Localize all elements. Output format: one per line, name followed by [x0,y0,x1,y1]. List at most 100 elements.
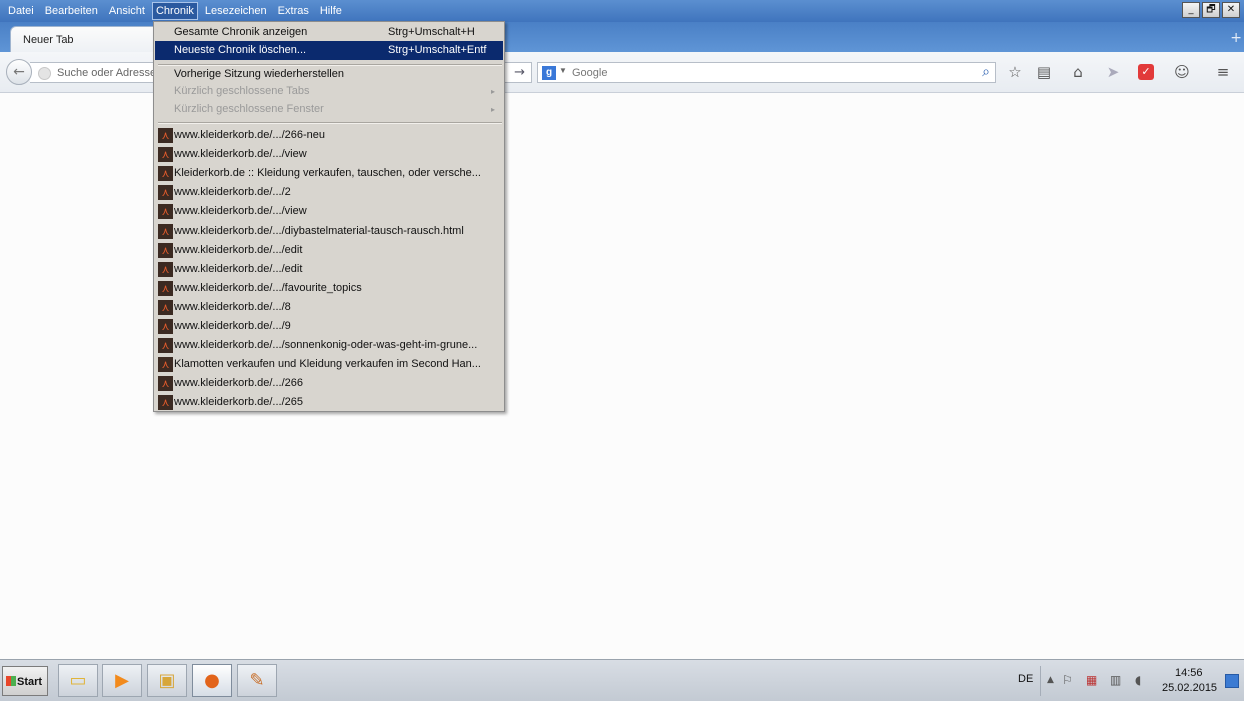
menu-datei[interactable]: Datei [4,2,38,20]
history-item[interactable]: ⋏ www.kleiderkorb.de/.../2 [155,183,503,202]
site-favicon-icon: ⋏ [158,223,173,239]
url-placeholder: Suche oder Adresse [57,67,157,79]
bookmark-star-icon[interactable]: ☆ [1005,62,1025,82]
site-favicon-icon: ⋏ [158,242,173,258]
clock-date[interactable]: 25.02.2015 [1162,682,1217,694]
home-icon[interactable]: ⌂ [1068,62,1088,82]
menu-bearbeiten[interactable]: Bearbeiten [41,2,102,20]
taskbar-paint-icon[interactable]: ✎ [237,664,277,697]
history-item[interactable]: ⋏ Klamotten verkaufen und Kleidung verkau… [155,355,503,374]
clock-time[interactable]: 14:56 [1175,667,1203,679]
recent-tabs-item[interactable]: Kürzlich geschlossene Tabs ▸ [155,82,503,101]
history-item[interactable]: ⋏ www.kleiderkorb.de/.../265 [155,393,503,412]
recent-windows-label: Kürzlich geschlossene Fenster [174,103,324,115]
site-favicon-icon: ⋏ [158,376,173,392]
show-desktop-button[interactable] [1225,674,1239,688]
language-indicator[interactable]: DE [1018,673,1033,685]
clear-recent-history-shortcut: Strg+Umschalt+Entf [388,44,487,56]
hamburger-menu-icon[interactable]: ≡ [1213,62,1233,82]
site-favicon-icon: ⋏ [158,204,173,220]
history-item-label: www.kleiderkorb.de/.../edit [174,262,303,275]
site-favicon-icon: ⋏ [158,319,173,334]
taskbar-explorer-icon[interactable]: ▭ [58,664,98,697]
chat-icon[interactable]: ☺ [1172,62,1192,82]
history-item[interactable]: ⋏ www.kleiderkorb.de/.../9 [155,317,503,336]
start-label: Start [17,676,43,688]
volume-icon[interactable]: ◖ [1135,673,1141,687]
history-item-label: www.kleiderkorb.de/.../view [174,205,307,218]
tray-app-icon[interactable]: ▦ [1086,673,1097,687]
windows-logo-icon [6,676,16,686]
history-item-label: www.kleiderkorb.de/.../265 [174,396,304,409]
history-item-label: www.kleiderkorb.de/.../sonnenkonig-oder-… [174,339,478,352]
go-arrow-icon[interactable]: → [514,65,525,80]
minimize-button[interactable]: _ [1182,2,1200,18]
new-tab-button[interactable]: + [1230,30,1242,46]
history-item[interactable]: ⋏ www.kleiderkorb.de/.../edit [155,241,503,260]
history-item-label: www.kleiderkorb.de/.../view [174,148,307,161]
menu-bar: Datei Bearbeiten Ansicht Chronik Lesezei… [4,2,349,20]
site-favicon-icon: ⋏ [158,299,173,315]
history-item[interactable]: ⋏ www.kleiderkorb.de/.../diybastelmateria… [155,222,503,241]
show-hidden-icons-icon[interactable]: ▲ [1047,675,1054,685]
network-icon[interactable]: ▥ [1110,673,1121,687]
history-item[interactable]: ⋏ Kleiderkorb.de :: Kleidung verkaufen, t… [155,164,503,183]
history-item-label: Klamotten verkaufen und Kleidung verkauf… [174,358,481,371]
history-item[interactable]: ⋏ www.kleiderkorb.de/.../view [155,202,503,221]
title-bar: Datei Bearbeiten Ansicht Chronik Lesezei… [0,0,1244,22]
site-favicon-icon: ⋏ [158,261,173,277]
restore-button[interactable]: 🗗 [1202,2,1220,18]
site-favicon-icon: ⋏ [158,147,173,163]
site-favicon-icon: ⋏ [158,395,173,411]
search-bar[interactable]: g ▼ Google ⌕ [537,62,996,83]
pocket-icon[interactable]: ✓ [1138,64,1154,80]
submenu-arrow-icon: ▸ [490,87,495,96]
menu-ansicht[interactable]: Ansicht [105,2,149,20]
recent-tabs-label: Kürzlich geschlossene Tabs [174,85,310,97]
close-button[interactable]: ✕ [1222,2,1240,18]
bookmarks-list-icon[interactable]: ▤ [1034,62,1054,82]
tab-neuer-tab[interactable]: Neuer Tab [10,26,160,52]
action-center-flag-icon[interactable]: ⚐ [1062,673,1073,687]
site-favicon-icon: ⋏ [158,185,173,201]
start-button[interactable]: Start [2,666,48,696]
menu-chronik[interactable]: Chronik [151,2,198,20]
window-controls: _ 🗗 ✕ [1182,2,1240,18]
clear-recent-history-item[interactable]: Neueste Chronik löschen... Strg+Umschalt… [155,41,503,60]
submenu-arrow-icon: ▸ [490,105,495,114]
recent-windows-item[interactable]: Kürzlich geschlossene Fenster ▸ [155,100,503,119]
menu-extras[interactable]: Extras [274,2,313,20]
back-button[interactable]: ← [6,59,32,85]
history-item[interactable]: ⋏ www.kleiderkorb.de/.../266 [155,374,503,393]
history-item-label: www.kleiderkorb.de/.../2 [174,186,291,199]
history-item[interactable]: ⋏ www.kleiderkorb.de/.../8 [155,298,503,317]
history-item-label: www.kleiderkorb.de/.../8 [174,300,291,313]
clear-recent-history-label: Neueste Chronik löschen... [174,44,307,56]
show-all-history-label: Gesamte Chronik anzeigen [174,26,308,38]
chronik-dropdown: Gesamte Chronik anzeigen Strg+Umschalt+H… [153,21,505,412]
taskbar-firefox-icon[interactable]: ● [192,664,232,697]
taskbar: Start ▭ ▶ ▣ ● ✎ DE ▲ ⚐ ▦ ▥ ◖ 14:56 25.02… [0,659,1244,701]
history-item-label: www.kleiderkorb.de/.../diybastelmaterial… [174,224,464,237]
taskbar-folder-icon[interactable]: ▣ [147,664,187,697]
site-favicon-icon: ⋏ [158,280,173,296]
engine-dropdown-icon[interactable]: ▼ [559,66,567,75]
menu-hilfe[interactable]: Hilfe [316,2,346,20]
show-all-history-item[interactable]: Gesamte Chronik anzeigen Strg+Umschalt+H [155,23,503,42]
history-item[interactable]: ⋏ www.kleiderkorb.de/.../view [155,145,503,164]
menu-lesezeichen[interactable]: Lesezeichen [201,2,271,20]
history-item[interactable]: ⋏ www.kleiderkorb.de/.../sonnenkonig-oder… [155,336,503,355]
history-item-label: www.kleiderkorb.de/.../266 [174,377,304,390]
google-engine-icon[interactable]: g [542,66,556,80]
site-identity-icon[interactable] [38,67,51,80]
history-item[interactable]: ⋏ www.kleiderkorb.de/.../favourite_topics [155,279,503,298]
show-all-history-shortcut: Strg+Umschalt+H [388,26,475,38]
history-item-label: www.kleiderkorb.de/.../9 [174,320,291,332]
search-icon[interactable]: ⌕ [982,64,990,80]
history-item-label: Kleiderkorb.de :: Kleidung verkaufen, ta… [174,167,481,180]
send-icon[interactable]: ➤ [1103,62,1123,82]
site-favicon-icon: ⋏ [158,166,173,182]
history-item[interactable]: ⋏ www.kleiderkorb.de/.../edit [155,260,503,279]
history-item[interactable]: ⋏ www.kleiderkorb.de/.../266-neu [155,126,503,145]
taskbar-media-player-icon[interactable]: ▶ [102,664,142,697]
